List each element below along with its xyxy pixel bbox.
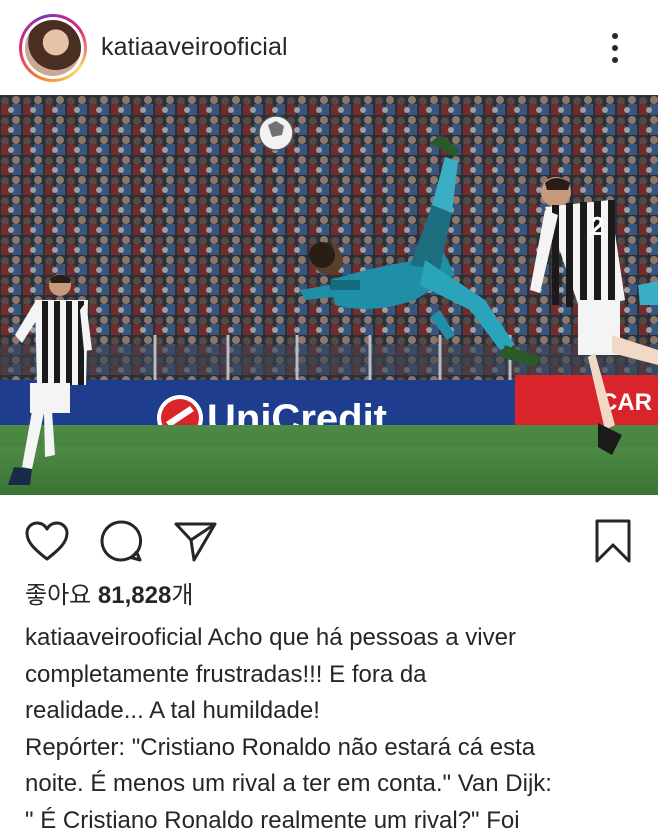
post-username[interactable]: katiaaveirooficial	[101, 30, 288, 64]
more-options-icon[interactable]	[600, 28, 630, 68]
avatar-image	[25, 20, 81, 76]
more-dot	[612, 45, 618, 51]
post-actions	[0, 510, 658, 568]
paper-plane-icon[interactable]	[170, 516, 220, 566]
heart-icon[interactable]	[22, 516, 72, 566]
caption-username[interactable]: katiaaveirooficial	[25, 624, 202, 651]
player-number: 2	[590, 211, 604, 241]
caption-line: katiaaveirooficial Acho que há pessoas a…	[25, 620, 645, 657]
heart-icon-glyph	[24, 520, 70, 562]
avatar-ring-gap	[22, 17, 84, 79]
photo-scene: CAR UniCredit	[0, 95, 658, 495]
comment-icon-glyph	[98, 518, 144, 564]
caption-line: completamente frustradas!!! E fora da	[25, 657, 645, 694]
post-caption: katiaaveirooficial Acho que há pessoas a…	[25, 620, 645, 839]
paper-plane-icon-glyph	[172, 518, 218, 564]
caption-text: Acho que há pessoas a viver	[208, 624, 516, 651]
caption-line: Repórter: "Cristiano Ronaldo não estará …	[25, 730, 645, 767]
caption-line: noite. É menos um rival a ter em conta."…	[25, 766, 645, 803]
post-photo[interactable]: CAR UniCredit	[0, 95, 658, 495]
likes-label: 좋아요	[25, 582, 91, 609]
more-dot	[612, 33, 618, 39]
post-header: katiaaveirooficial	[0, 0, 658, 95]
bookmark-icon-glyph	[592, 517, 634, 565]
caption-line: realidade... A tal humildade!	[25, 693, 645, 730]
comment-icon[interactable]	[96, 516, 146, 566]
likes-number: 81,828	[98, 582, 171, 609]
bookmark-icon[interactable]	[588, 516, 638, 566]
likes-suffix: 개	[171, 582, 193, 609]
avatar[interactable]	[19, 14, 87, 82]
likes-count[interactable]: 좋아요 81,828개	[25, 580, 193, 612]
more-dot	[612, 57, 618, 63]
